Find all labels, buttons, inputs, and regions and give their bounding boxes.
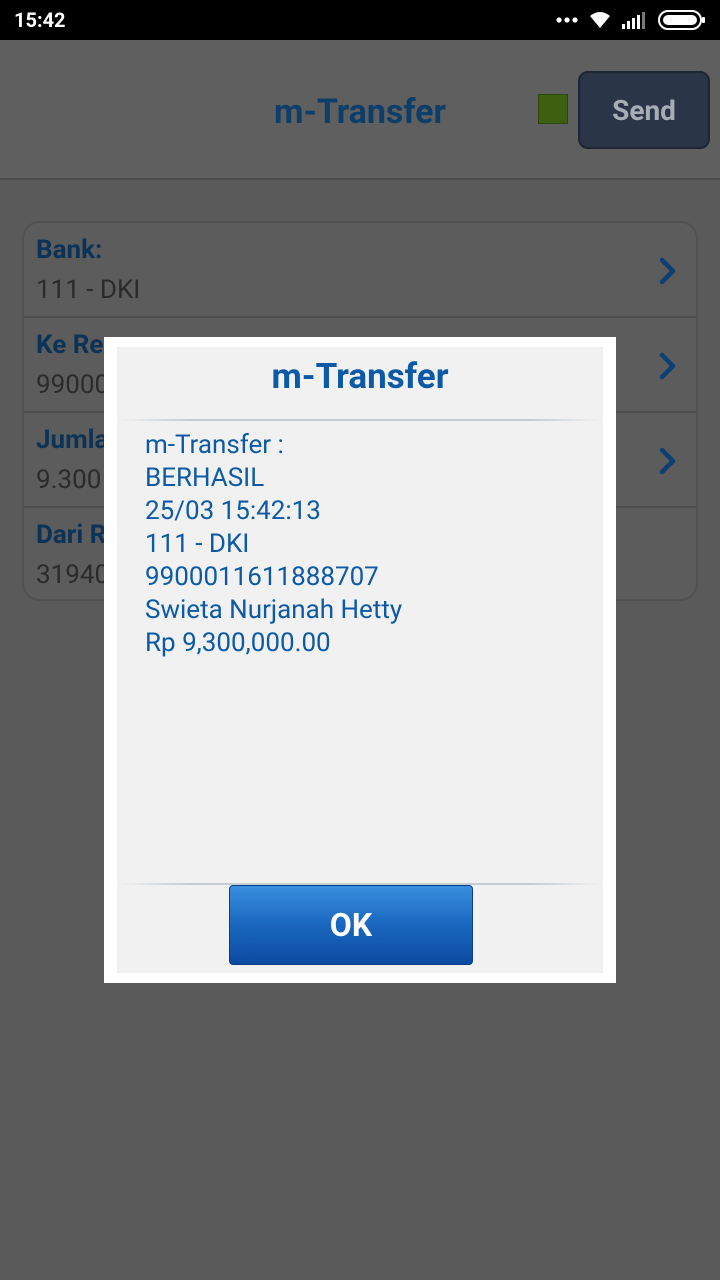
dialog-title: m-Transfer: [271, 356, 449, 397]
connection-indicator: [538, 94, 568, 124]
dialog-panel: m-Transfer m-Transfer : BERHASIL 25/03 1…: [117, 347, 603, 973]
dialog-message: m-Transfer : BERHASIL 25/03 15:42:13 111…: [145, 429, 595, 660]
send-button[interactable]: Send: [578, 71, 710, 149]
result-dialog: m-Transfer m-Transfer : BERHASIL 25/03 1…: [104, 337, 616, 983]
chevron-right-icon: [659, 352, 676, 380]
battery-icon: [658, 10, 705, 30]
chevron-right-icon: [659, 257, 676, 285]
more-dots-icon: [556, 17, 578, 23]
message-line: m-Transfer :: [145, 430, 284, 460]
dialog-divider: [117, 419, 603, 421]
row-value: 99000: [36, 370, 110, 400]
message-recipient: Swieta Nurjanah Hetty: [145, 595, 403, 625]
ok-button[interactable]: OK: [229, 885, 473, 965]
row-value: 31940: [36, 560, 110, 590]
wifi-icon: [590, 12, 610, 28]
message-datetime: 25/03 15:42:13: [145, 496, 321, 526]
row-value: 9.300: [36, 465, 102, 495]
row-value: 111 - DKI: [36, 275, 141, 305]
row-label: Dari R: [36, 520, 107, 550]
row-label: Ke Re: [36, 330, 104, 360]
message-status: BERHASIL: [145, 463, 265, 493]
message-bank: 111 - DKI: [145, 529, 250, 559]
message-account: 9900011611888707: [145, 562, 379, 592]
status-time: 15:42: [14, 8, 66, 32]
message-amount: Rp 9,300,000.00: [145, 628, 331, 658]
row-label: Jumla: [36, 425, 109, 455]
row-label: Bank:: [36, 235, 103, 265]
form-row-bank[interactable]: Bank: 111 - DKI: [24, 223, 696, 318]
app-header: m-Transfer Send: [0, 40, 720, 180]
status-bar: 15:42: [0, 0, 720, 40]
status-icons: [556, 9, 706, 31]
signal-icon: [622, 12, 645, 29]
chevron-right-icon: [659, 447, 676, 475]
